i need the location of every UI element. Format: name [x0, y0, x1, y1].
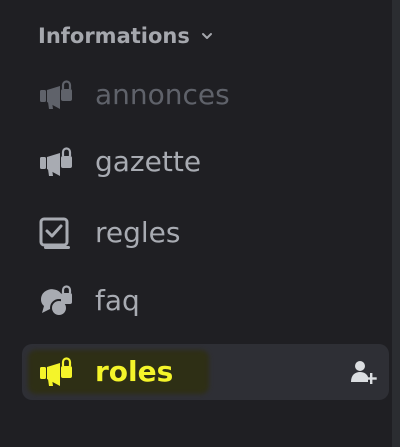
announcement-channel-icon — [38, 79, 76, 113]
channel-gazette[interactable]: gazette — [22, 134, 389, 190]
forum-channel-icon — [38, 285, 76, 319]
category-header-informations[interactable]: Informations — [38, 20, 214, 52]
channel-faq[interactable]: faq — [22, 273, 389, 329]
channel-regles[interactable]: regles — [22, 205, 389, 261]
announcement-channel-icon — [38, 356, 76, 390]
channel-label: regles — [95, 216, 181, 249]
create-invite-icon[interactable] — [349, 358, 377, 386]
scroll-edge — [392, 0, 400, 447]
channel-label: gazette — [95, 145, 202, 178]
rules-channel-icon — [38, 217, 76, 251]
category-label: Informations — [38, 24, 190, 48]
channel-label: annonces — [95, 78, 230, 111]
channel-roles[interactable]: roles — [22, 344, 389, 400]
channel-label: faq — [95, 284, 140, 317]
announcement-channel-icon — [38, 146, 76, 180]
channel-label: roles — [95, 355, 174, 388]
chevron-down-icon — [200, 29, 214, 43]
channel-annonces[interactable]: annonces — [22, 67, 389, 123]
